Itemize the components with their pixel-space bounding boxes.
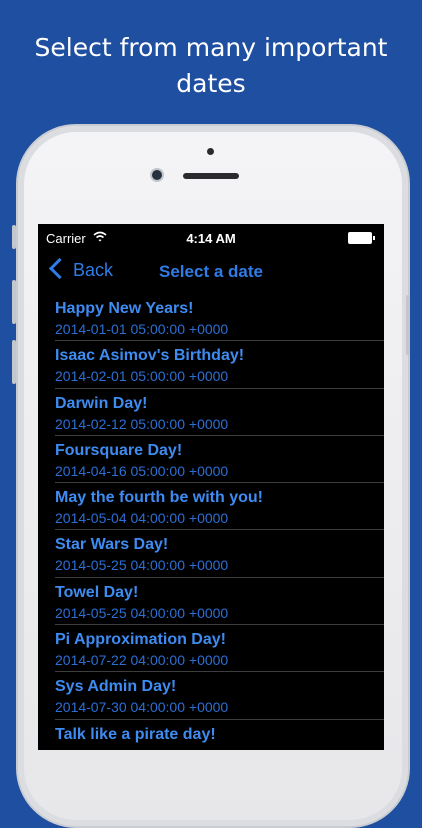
front-camera-icon [152, 170, 162, 180]
date-title: Talk like a pirate day! [55, 725, 216, 743]
status-bar: Carrier 4:14 AM [38, 224, 384, 250]
phone-screen: Carrier 4:14 AM Back Select a date Happy… [38, 224, 384, 750]
power-button [406, 295, 410, 355]
list-item[interactable]: Sys Admin Day! 2014-07-30 04:00:00 +0000 [38, 672, 384, 720]
date-title: Pi Approximation Day! [55, 631, 226, 649]
list-item[interactable]: Pi Approximation Day! 2014-07-22 04:00:00… [38, 625, 384, 673]
list-item[interactable]: Darwin Day! 2014-02-12 05:00:00 +0000 [38, 389, 384, 436]
volume-up-button [12, 280, 16, 324]
list-item[interactable]: Happy New Years! 2014-01-01 05:00:00 +000… [38, 294, 384, 342]
date-timestamp: 2014-05-04 04:00:00 +0000 [55, 510, 229, 527]
headline-line-2: dates [176, 69, 246, 98]
date-title: May the fourth be with you! [55, 489, 263, 507]
page-title: Select a date [159, 262, 263, 281]
date-timestamp: 2014-07-30 04:00:00 +0000 [55, 699, 229, 716]
dates-list: Happy New Years! 2014-01-01 05:00:00 +000… [38, 294, 384, 750]
headline-line-1: Select from many important [34, 33, 388, 62]
date-title: Sys Admin Day! [55, 678, 177, 696]
list-item[interactable]: Towel Day! 2014-05-25 04:00:00 +0000 [38, 578, 384, 626]
earpiece-speaker [183, 173, 239, 179]
date-title: Isaac Asimov's Birthday! [55, 347, 245, 365]
list-item[interactable]: May the fourth be with you! 2014-05-04 04… [38, 483, 384, 531]
proximity-sensor [207, 148, 214, 155]
list-item[interactable]: Isaac Asimov's Birthday! 2014-02-01 05:00… [38, 341, 384, 389]
list-item[interactable]: Foursquare Day! 2014-04-16 05:00:00 +0000 [38, 436, 384, 484]
volume-down-button [12, 340, 16, 384]
date-timestamp: 2014-04-16 05:00:00 +0000 [55, 462, 229, 479]
date-timestamp: 2014-05-25 04:00:00 +0000 [55, 604, 229, 621]
navigation-bar: Back Select a date [38, 250, 384, 294]
date-timestamp: 2014-02-01 05:00:00 +0000 [55, 368, 229, 385]
date-timestamp: 2014-05-25 04:00:00 +0000 [55, 557, 229, 574]
battery-icon [348, 232, 375, 244]
list-item[interactable]: Talk like a pirate day! [38, 720, 384, 750]
date-title: Towel Day! [55, 583, 139, 601]
date-timestamp: 2014-02-12 05:00:00 +0000 [55, 415, 229, 432]
mute-switch [12, 225, 16, 249]
date-timestamp: 2014-07-22 04:00:00 +0000 [55, 652, 229, 669]
list-item[interactable]: Star Wars Day! 2014-05-25 04:00:00 +0000 [38, 530, 384, 578]
date-title: Star Wars Day! [55, 536, 169, 554]
status-time: 4:14 AM [186, 231, 236, 246]
date-title: Foursquare Day! [55, 441, 183, 459]
marketing-headline: Select from many important dates [0, 30, 422, 102]
date-title: Happy New Years! [55, 300, 194, 317]
date-timestamp: 2014-01-01 05:00:00 +0000 [55, 321, 229, 337]
date-title: Darwin Day! [55, 394, 148, 412]
